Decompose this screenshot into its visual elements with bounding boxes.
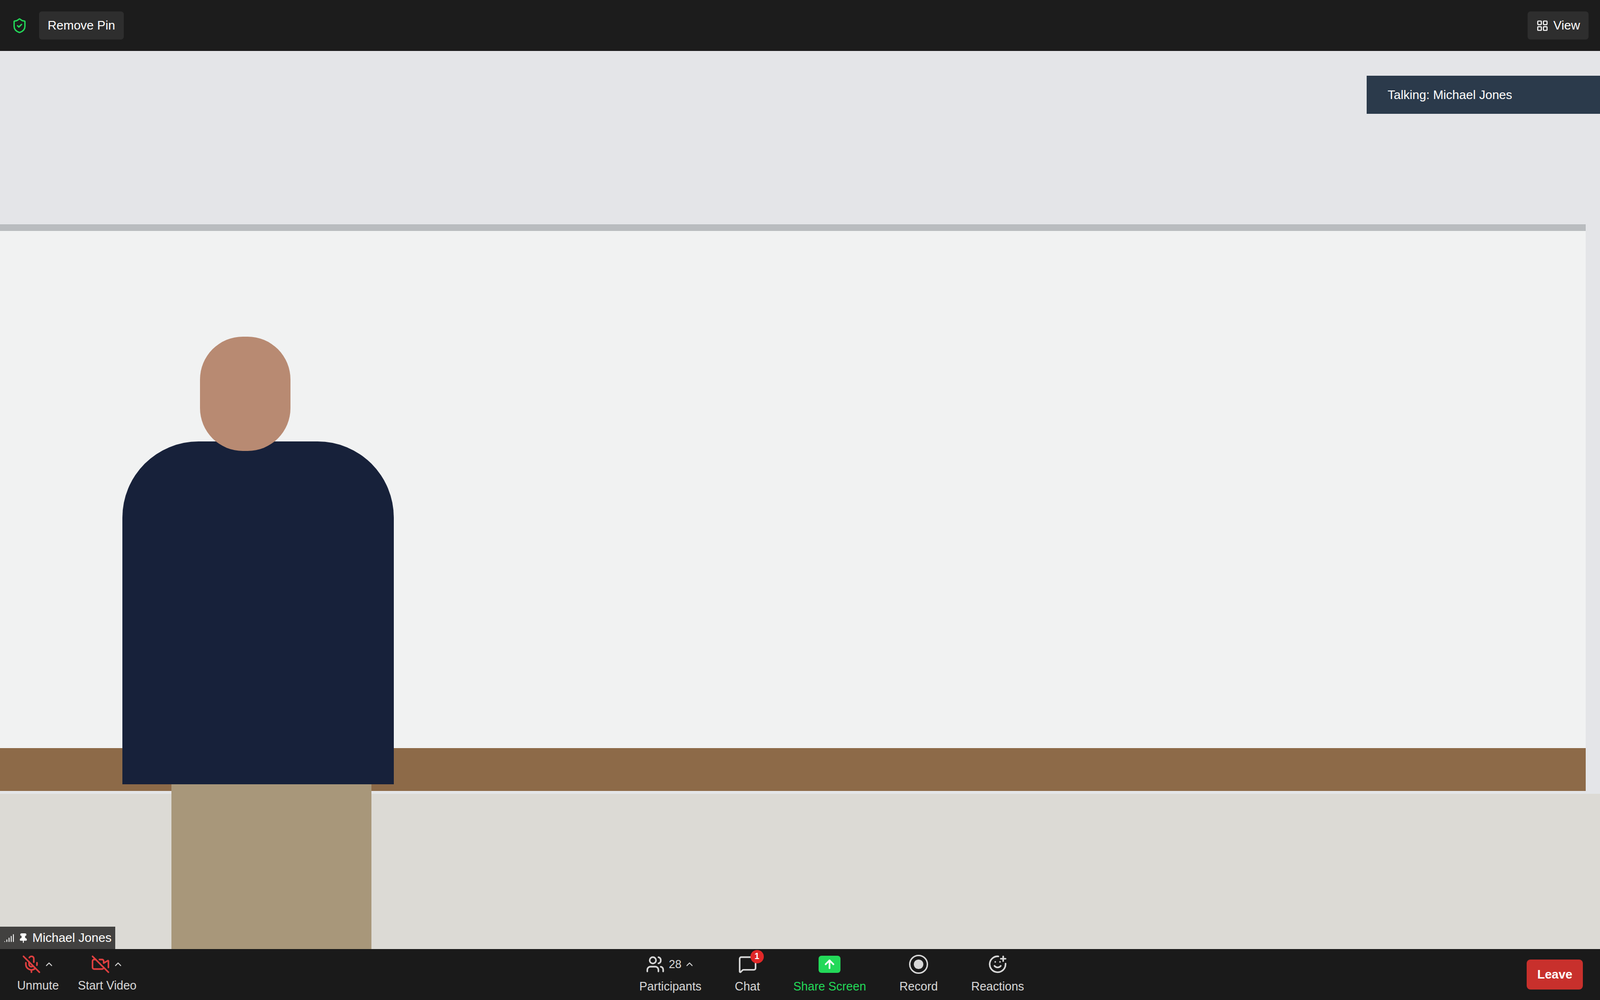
camera-off-icon xyxy=(90,954,110,974)
pin-icon xyxy=(18,932,29,944)
participants-options-icon[interactable] xyxy=(684,959,695,970)
remove-pin-button[interactable]: Remove Pin xyxy=(39,11,124,40)
presenter-head xyxy=(200,336,291,451)
participants-button[interactable]: 28Participants xyxy=(639,953,702,996)
video-frame: Talking: Michael Jones Michael Jones xyxy=(0,50,1600,950)
share-button[interactable]: Share Screen xyxy=(793,953,867,996)
participants-icon xyxy=(645,954,665,974)
unmute-button[interactable]: Unmute xyxy=(17,954,60,995)
record-icon xyxy=(909,954,929,974)
participants-count: 28 xyxy=(668,955,682,973)
presenter-shirt xyxy=(122,441,394,785)
zoom-window: Remove Pin View Talking: Michael Jones Mich… xyxy=(0,0,1600,1000)
record-button[interactable]: Record xyxy=(899,953,939,996)
meeting-toolbar: Unmute Start Video 28Participants 1Chat Shar… xyxy=(0,949,1600,1000)
video-options-icon[interactable] xyxy=(112,959,124,970)
start-video-button[interactable]: Start Video xyxy=(78,954,137,995)
chat-button[interactable]: 1Chat xyxy=(734,953,760,996)
reactions-icon xyxy=(988,954,1008,974)
reactions-button[interactable]: Reactions xyxy=(970,953,1024,996)
signal-icon xyxy=(3,932,15,944)
view-button[interactable]: View xyxy=(1527,11,1589,40)
share-screen-icon xyxy=(818,955,841,973)
microphone-muted-icon xyxy=(21,954,41,974)
leave-button[interactable]: Leave xyxy=(1526,959,1583,990)
name-tag: Michael Jones xyxy=(0,926,116,950)
audio-options-icon[interactable] xyxy=(43,959,55,970)
grid-icon xyxy=(1536,19,1549,32)
encryption-shield-icon xyxy=(11,17,28,34)
presenter-legs xyxy=(171,784,372,950)
speaker-overlay: Talking: Michael Jones xyxy=(1366,75,1600,114)
top-bar: Remove Pin View xyxy=(0,0,1600,51)
chat-badge: 1 xyxy=(750,950,764,964)
